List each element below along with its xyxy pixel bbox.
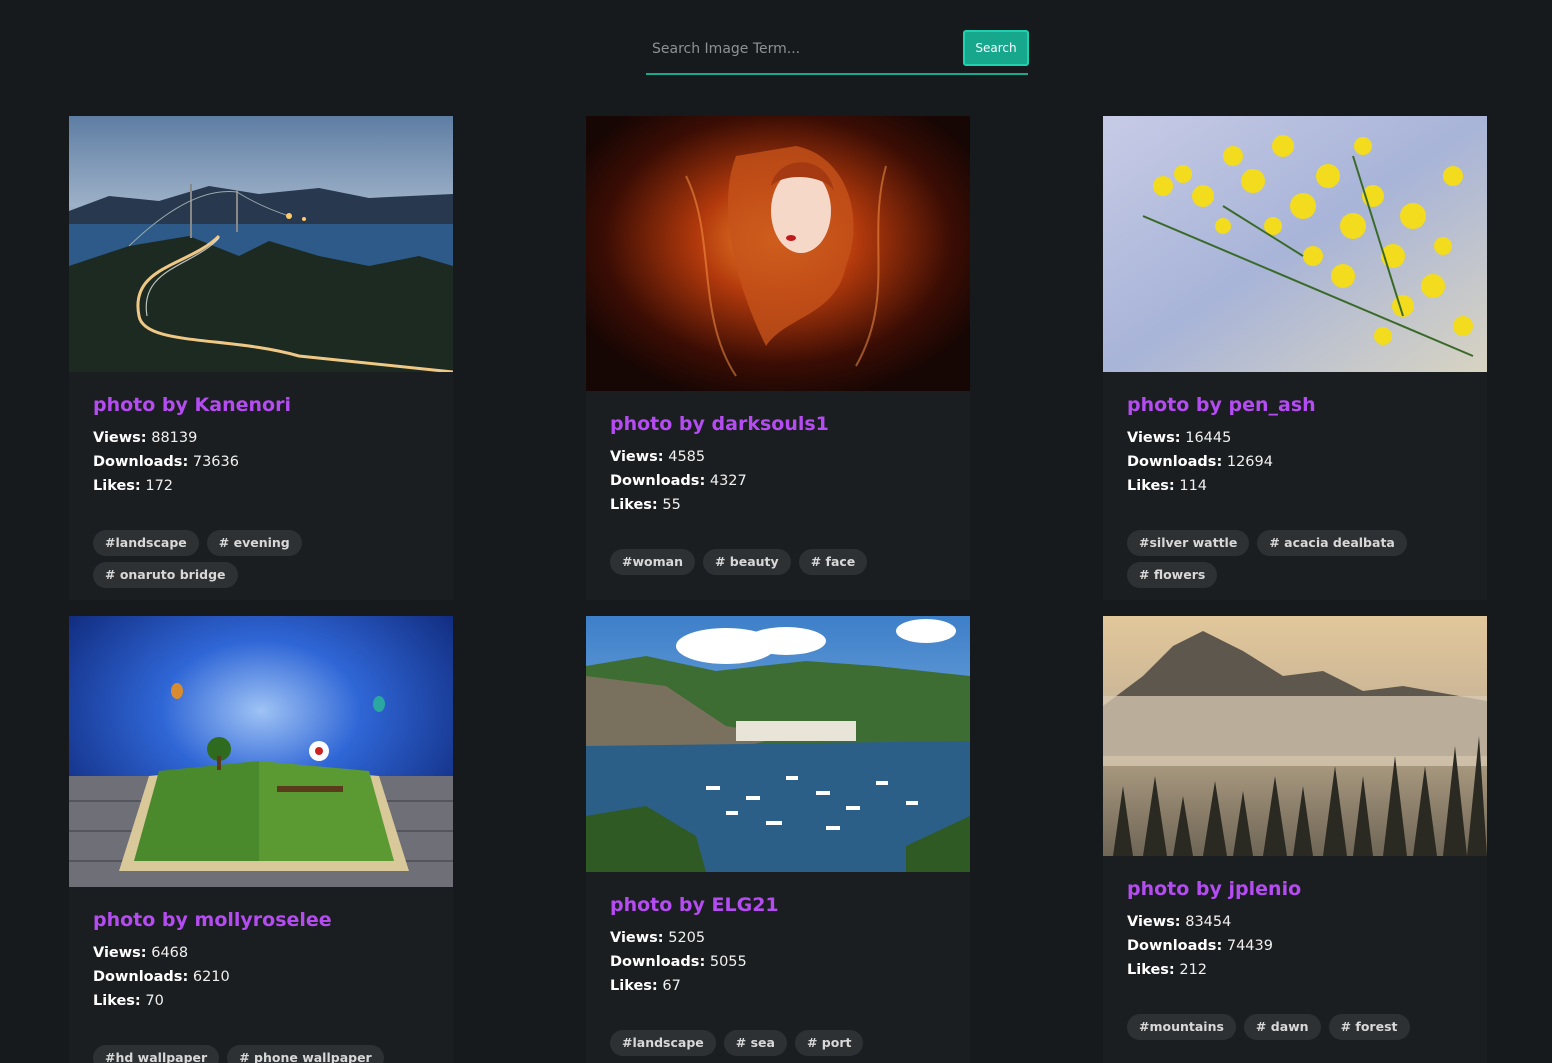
likes-stat: Likes: 70 bbox=[93, 989, 429, 1013]
image-card: photo by pen_ash Views: 16445 Downloads:… bbox=[1103, 116, 1487, 600]
downloads-label: Downloads: bbox=[610, 473, 706, 489]
downloads-value: 74439 bbox=[1226, 938, 1273, 954]
downloads-value: 5055 bbox=[709, 954, 747, 970]
tag[interactable]: # face bbox=[798, 549, 868, 575]
tag[interactable]: #mountains bbox=[1127, 1014, 1236, 1040]
tag[interactable]: # sea bbox=[723, 1030, 787, 1056]
views-label: Views: bbox=[610, 449, 664, 465]
tag[interactable]: #landscape bbox=[610, 1030, 716, 1056]
likes-stat: Likes: 114 bbox=[1127, 474, 1463, 498]
views-label: Views: bbox=[93, 945, 147, 961]
downloads-value: 6210 bbox=[192, 969, 230, 985]
likes-value: 55 bbox=[662, 497, 681, 513]
image-card: photo by mollyroselee Views: 6468 Downlo… bbox=[69, 616, 453, 1063]
downloads-value: 73636 bbox=[192, 454, 239, 470]
image-card: photo by ELG21 Views: 5205 Downloads: 50… bbox=[586, 616, 970, 1063]
search-input[interactable] bbox=[646, 34, 951, 64]
downloads-value: 12694 bbox=[1226, 454, 1273, 470]
tag[interactable]: #landscape bbox=[93, 530, 199, 556]
downloads-label: Downloads: bbox=[1127, 938, 1223, 954]
likes-stat: Likes: 172 bbox=[93, 474, 429, 498]
views-value: 16445 bbox=[1185, 430, 1232, 446]
likes-value: 70 bbox=[145, 993, 164, 1009]
downloads-stat: Downloads: 73636 bbox=[93, 450, 429, 474]
tag[interactable]: # port bbox=[794, 1030, 864, 1056]
card-photo-book[interactable] bbox=[69, 616, 453, 887]
image-card: photo by jplenio Views: 83454 Downloads:… bbox=[1103, 616, 1487, 1063]
likes-label: Likes: bbox=[1127, 478, 1175, 494]
search-button[interactable]: Search bbox=[963, 30, 1029, 66]
tag[interactable]: #hd wallpaper bbox=[93, 1045, 220, 1063]
likes-label: Likes: bbox=[610, 978, 658, 994]
image-card: photo by darksouls1 Views: 4585 Download… bbox=[586, 116, 970, 600]
card-photo-mountains[interactable] bbox=[1103, 616, 1487, 856]
likes-value: 67 bbox=[662, 978, 681, 994]
tag[interactable]: # forest bbox=[1328, 1014, 1410, 1040]
tag-list: #landscape # evening # onaruto bridge bbox=[93, 530, 413, 588]
downloads-value: 4327 bbox=[709, 473, 747, 489]
tag[interactable]: #silver wattle bbox=[1127, 530, 1250, 556]
views-value: 5205 bbox=[668, 930, 706, 946]
tag[interactable]: # onaruto bridge bbox=[93, 562, 238, 588]
tag[interactable]: # dawn bbox=[1243, 1014, 1321, 1040]
views-stat: Views: 16445 bbox=[1127, 426, 1463, 450]
views-label: Views: bbox=[1127, 430, 1181, 446]
tag[interactable]: # beauty bbox=[702, 549, 791, 575]
tag[interactable]: # phone wallpaper bbox=[227, 1045, 384, 1063]
views-value: 83454 bbox=[1185, 914, 1232, 930]
likes-stat: Likes: 55 bbox=[610, 493, 946, 517]
card-author: photo by darksouls1 bbox=[610, 413, 829, 435]
card-author: photo by pen_ash bbox=[1127, 394, 1316, 416]
card-photo-port[interactable] bbox=[586, 616, 970, 872]
likes-label: Likes: bbox=[93, 478, 141, 494]
likes-label: Likes: bbox=[93, 993, 141, 1009]
card-author: photo by ELG21 bbox=[610, 894, 779, 916]
card-author: photo by jplenio bbox=[1127, 878, 1302, 900]
downloads-label: Downloads: bbox=[1127, 454, 1223, 470]
tag-list: #hd wallpaper # phone wallpaper bbox=[93, 1045, 413, 1063]
tag-list: #landscape # sea # port bbox=[610, 1030, 930, 1056]
tag[interactable]: # evening bbox=[206, 530, 302, 556]
views-stat: Views: 4585 bbox=[610, 445, 946, 469]
likes-value: 172 bbox=[145, 478, 174, 494]
views-stat: Views: 6468 bbox=[93, 941, 429, 965]
views-value: 6468 bbox=[151, 945, 189, 961]
views-stat: Views: 83454 bbox=[1127, 910, 1463, 934]
views-label: Views: bbox=[93, 430, 147, 446]
card-photo-flowers[interactable] bbox=[1103, 116, 1487, 372]
likes-label: Likes: bbox=[610, 497, 658, 513]
tag[interactable]: # acacia dealbata bbox=[1257, 530, 1407, 556]
views-value: 88139 bbox=[151, 430, 198, 446]
views-label: Views: bbox=[610, 930, 664, 946]
downloads-stat: Downloads: 74439 bbox=[1127, 934, 1463, 958]
image-card: photo by Kanenori Views: 88139 Downloads… bbox=[69, 116, 453, 600]
tag-list: #woman # beauty # face bbox=[610, 549, 930, 575]
card-author: photo by Kanenori bbox=[93, 394, 291, 416]
likes-label: Likes: bbox=[1127, 962, 1175, 978]
likes-value: 114 bbox=[1179, 478, 1208, 494]
likes-stat: Likes: 212 bbox=[1127, 958, 1463, 982]
downloads-label: Downloads: bbox=[93, 454, 189, 470]
likes-value: 212 bbox=[1179, 962, 1208, 978]
views-value: 4585 bbox=[668, 449, 706, 465]
views-label: Views: bbox=[1127, 914, 1181, 930]
downloads-label: Downloads: bbox=[610, 954, 706, 970]
tag[interactable]: #woman bbox=[610, 549, 695, 575]
card-photo-bridge[interactable] bbox=[69, 116, 453, 372]
tag-list: #mountains # dawn # forest bbox=[1127, 1014, 1447, 1040]
search-bar: Search bbox=[646, 28, 1029, 75]
downloads-stat: Downloads: 12694 bbox=[1127, 450, 1463, 474]
downloads-stat: Downloads: 5055 bbox=[610, 950, 946, 974]
downloads-stat: Downloads: 6210 bbox=[93, 965, 429, 989]
tag[interactable]: # flowers bbox=[1127, 562, 1218, 588]
card-photo-woman[interactable] bbox=[586, 116, 970, 391]
likes-stat: Likes: 67 bbox=[610, 974, 946, 998]
downloads-stat: Downloads: 4327 bbox=[610, 469, 946, 493]
downloads-label: Downloads: bbox=[93, 969, 189, 985]
views-stat: Views: 5205 bbox=[610, 926, 946, 950]
views-stat: Views: 88139 bbox=[93, 426, 429, 450]
card-author: photo by mollyroselee bbox=[93, 909, 332, 931]
tag-list: #silver wattle # acacia dealbata # flowe… bbox=[1127, 530, 1447, 588]
